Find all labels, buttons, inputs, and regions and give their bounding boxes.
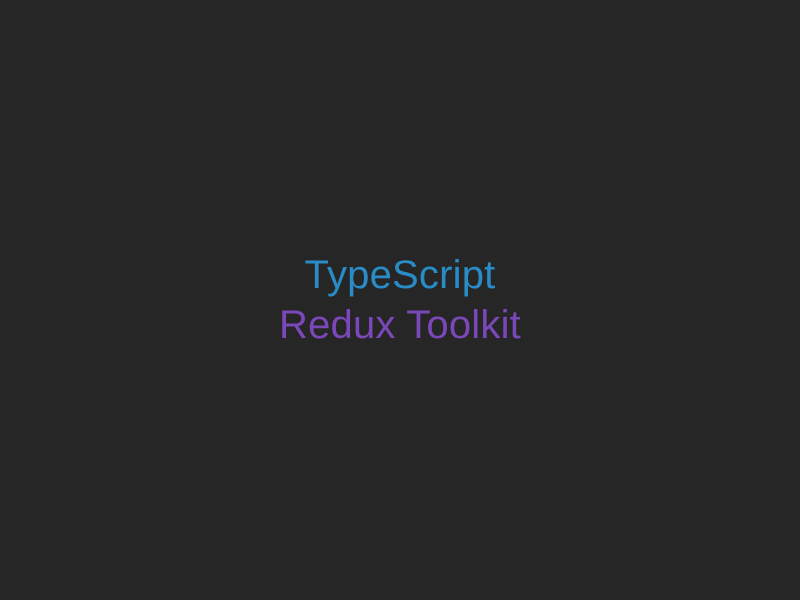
slide-content: TypeScript Redux Toolkit — [279, 250, 521, 350]
title-line-1: TypeScript — [279, 250, 521, 300]
title-line-2: Redux Toolkit — [279, 300, 521, 350]
